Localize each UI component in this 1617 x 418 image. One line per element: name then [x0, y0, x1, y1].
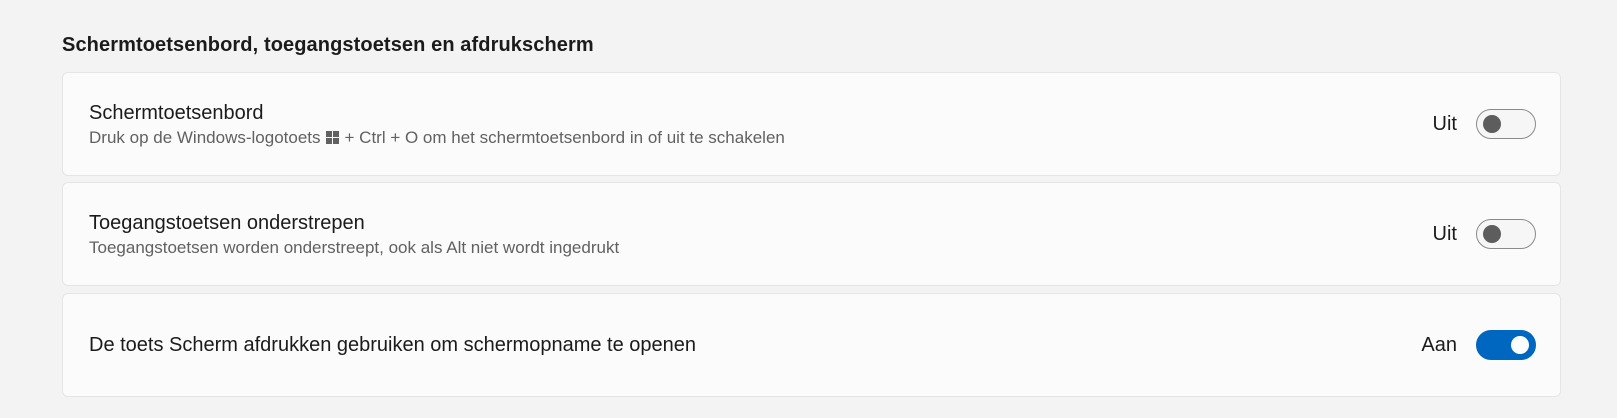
setting-description: Toegangstoetsen worden onderstreept, ook…	[89, 237, 620, 257]
print-screen-toggle[interactable]	[1476, 330, 1536, 360]
setting-card-underline-access-keys: Toegangstoetsen onderstrepen Toegangstoe…	[62, 182, 1561, 286]
settings-page: Schermtoetsenbord, toegangstoetsen en af…	[0, 0, 1617, 418]
toggle-state-label: Aan	[1421, 333, 1457, 356]
section-title: Schermtoetsenbord, toegangstoetsen en af…	[62, 34, 594, 56]
setting-text: De toets Scherm afdrukken gebruiken om s…	[89, 294, 696, 396]
setting-text: Schermtoetsenbord Druk op de Windows-log…	[89, 73, 785, 175]
setting-title: De toets Scherm afdrukken gebruiken om s…	[89, 334, 697, 356]
toggle-area: Uit	[1433, 73, 1536, 175]
windows-logo-icon	[325, 131, 339, 144]
toggle-state-label: Uit	[1432, 222, 1457, 245]
toggle-knob	[1511, 336, 1529, 354]
setting-title: Schermtoetsenbord	[89, 101, 264, 124]
toggle-state-label: Uit	[1432, 112, 1457, 135]
toggle-knob	[1483, 225, 1501, 243]
toggle-area: Aan	[1421, 294, 1536, 396]
underline-access-keys-toggle[interactable]	[1476, 219, 1536, 249]
description-part-after: + Ctrl + O om het schermtoetsenbord in o…	[344, 127, 785, 147]
description-part-before: Druk op de Windows-logotoets	[89, 127, 321, 147]
setting-title: Toegangstoetsen onderstrepen	[89, 211, 365, 234]
setting-text: Toegangstoetsen onderstrepen Toegangstoe…	[89, 183, 619, 285]
on-screen-keyboard-toggle[interactable]	[1476, 109, 1536, 139]
setting-card-on-screen-keyboard: Schermtoetsenbord Druk op de Windows-log…	[62, 72, 1561, 176]
toggle-knob	[1483, 115, 1501, 133]
setting-card-print-screen: De toets Scherm afdrukken gebruiken om s…	[62, 293, 1561, 397]
toggle-area: Uit	[1433, 183, 1536, 285]
setting-description: Druk op de Windows-logotoets + Ctrl + O o…	[89, 127, 785, 149]
